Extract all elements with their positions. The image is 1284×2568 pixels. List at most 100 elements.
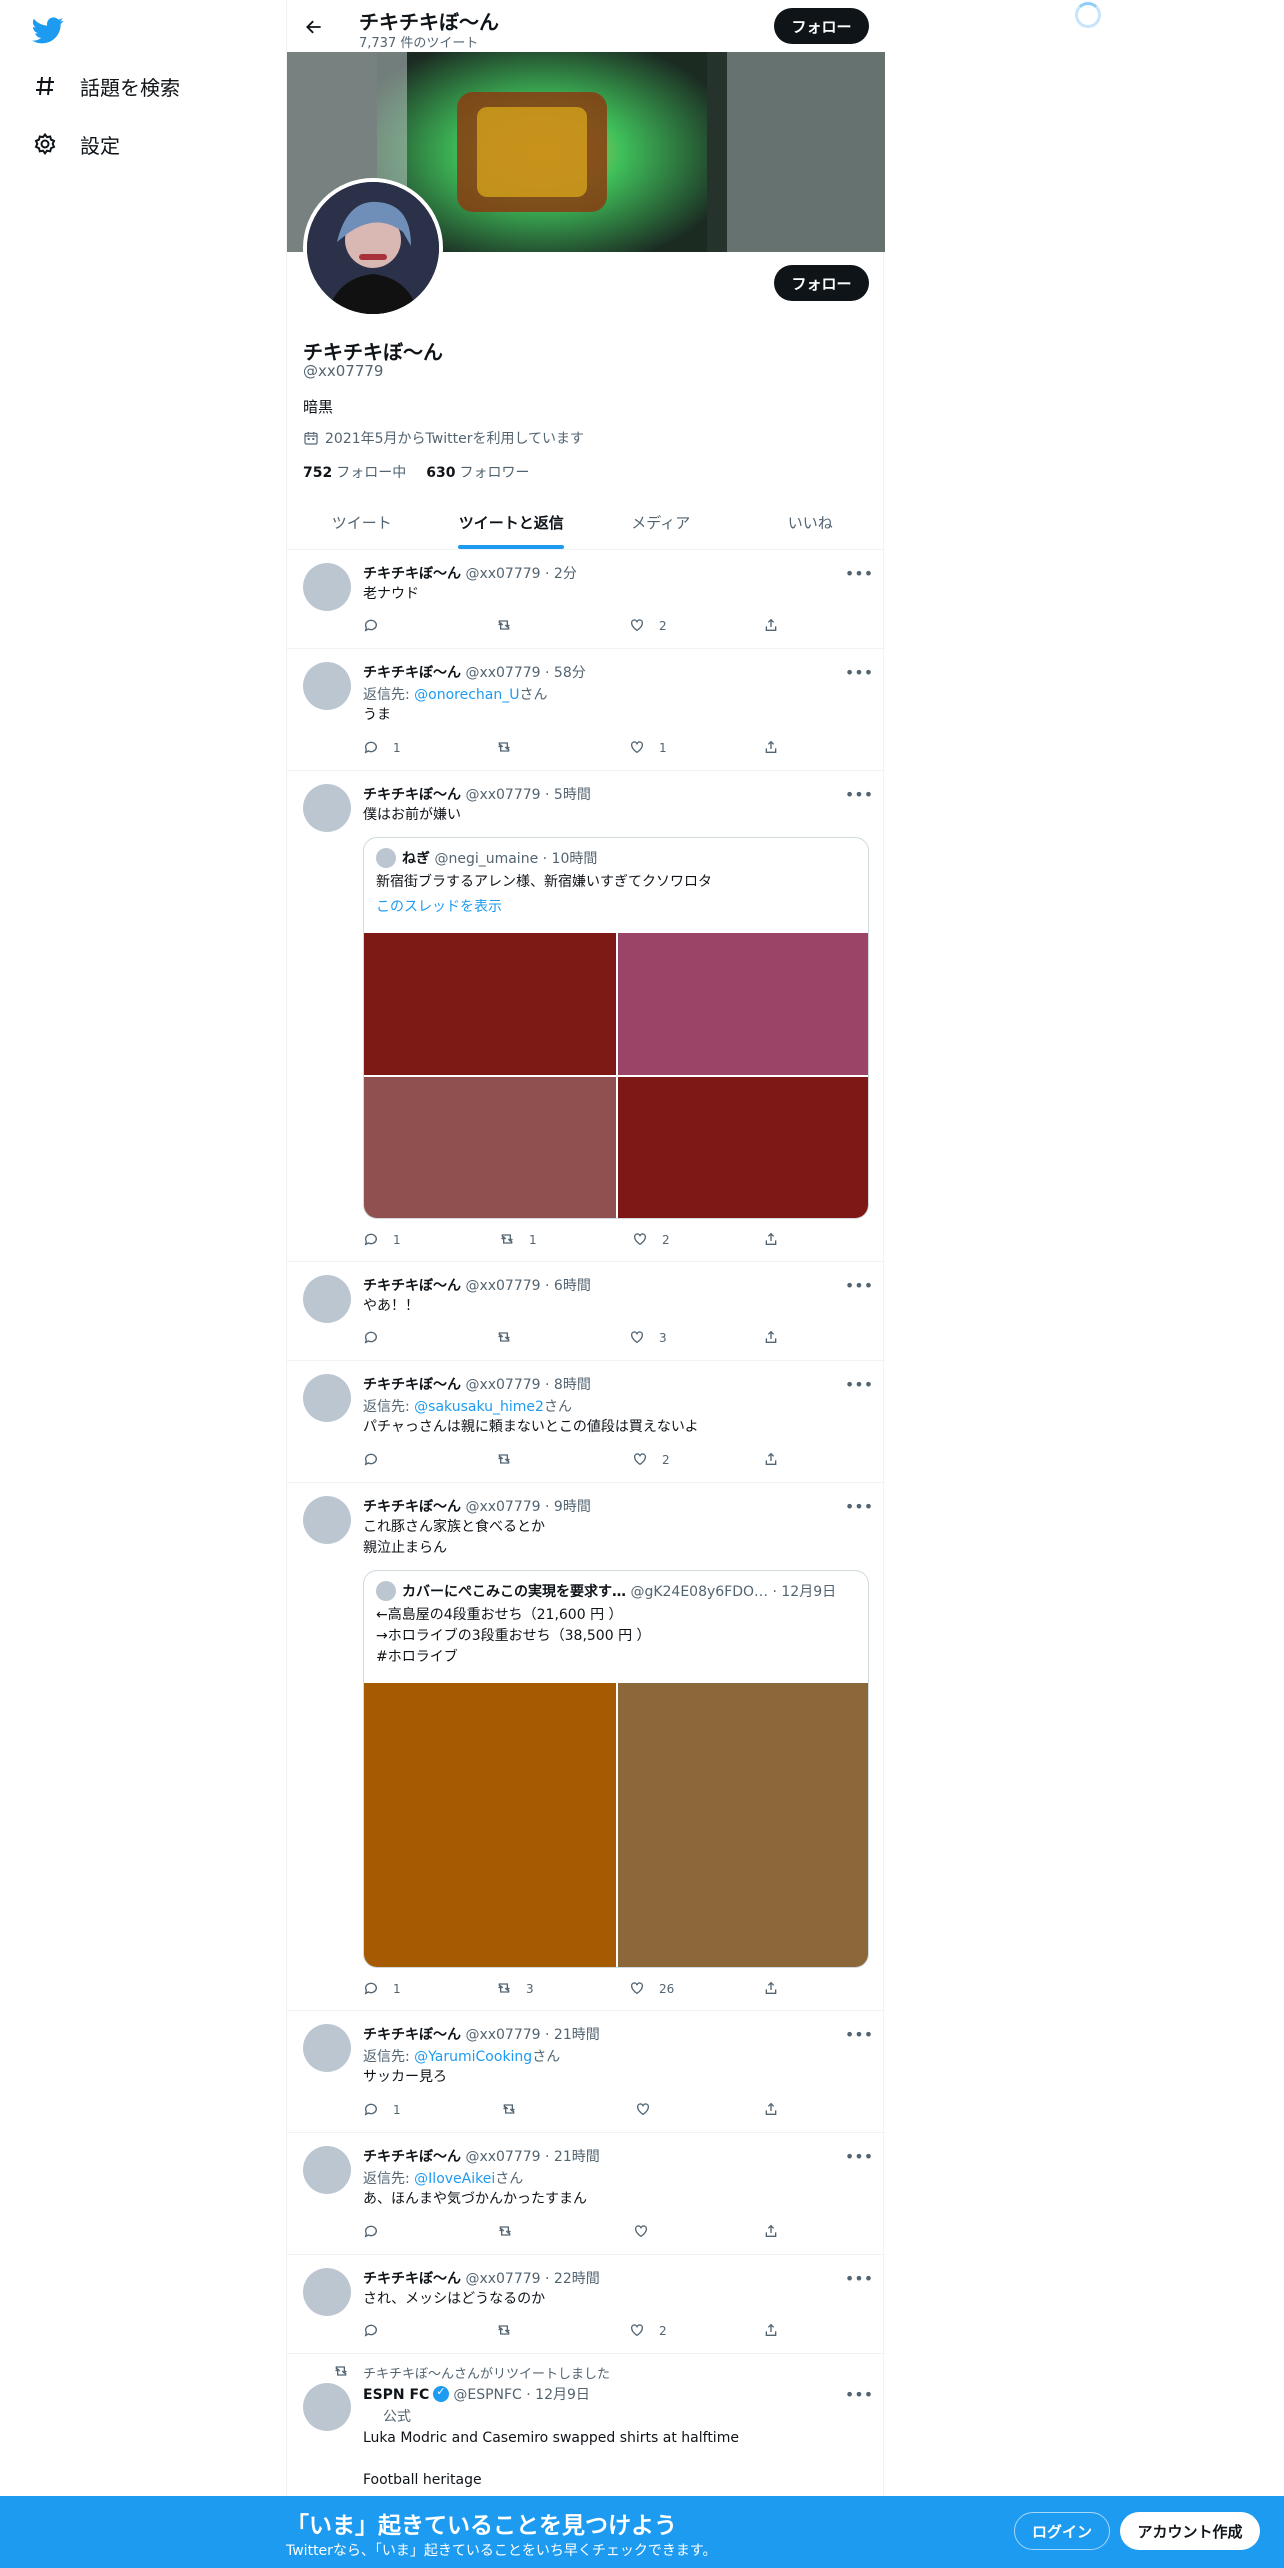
more-icon[interactable]: •••: [845, 2024, 873, 2044]
more-icon[interactable]: •••: [845, 1496, 873, 1516]
avatar[interactable]: [303, 2146, 351, 2194]
like-button[interactable]: [633, 2221, 663, 2243]
like-button[interactable]: 2: [632, 1449, 670, 1471]
retweet-button[interactable]: [496, 2320, 526, 2342]
share-button[interactable]: [763, 1449, 779, 1471]
quote-image[interactable]: [364, 933, 616, 1075]
tweet[interactable]: チキチキぼ〜ん @xx07779 · 9時間 ••• これ豚さん家族と食べるとか…: [287, 1484, 885, 2011]
followers-link[interactable]: 630 フォロワー: [426, 462, 529, 482]
tweet[interactable]: チキチキぼ〜ん @xx07779 · 21時間 ••• 返信先: @Yarumi…: [287, 2012, 885, 2133]
retweet-button[interactable]: [496, 1327, 526, 1349]
like-button[interactable]: 2: [629, 2320, 667, 2342]
tweet-author-name[interactable]: チキチキぼ〜ん: [363, 665, 461, 681]
quote-image[interactable]: [618, 1683, 868, 1967]
avatar[interactable]: [303, 563, 351, 611]
retweet-button[interactable]: [496, 615, 526, 637]
tweet[interactable]: チキチキぼ〜ん @xx07779 · 58分 ••• 返信先: @onorech…: [287, 650, 885, 771]
share-button[interactable]: [763, 1978, 779, 2000]
more-icon[interactable]: •••: [845, 563, 873, 583]
share-button[interactable]: [763, 737, 779, 759]
reply-button[interactable]: 1: [363, 737, 401, 759]
quoted-tweet[interactable]: カバーにぺこみこの実現を要求す… @gK24E08y6FDO… · 12月9日 …: [363, 1570, 869, 1968]
nav-settings[interactable]: 設定: [32, 124, 120, 164]
avatar[interactable]: [303, 1374, 351, 1422]
reply-button[interactable]: 1: [363, 1229, 401, 1251]
tweet[interactable]: チキチキぼ〜ん @xx07779 · 2分 ••• 老ナウド 2: [287, 551, 885, 649]
tweet-author-name[interactable]: チキチキぼ〜ん: [363, 2027, 461, 2043]
tweet-author-name[interactable]: チキチキぼ〜ん: [363, 787, 461, 803]
more-icon[interactable]: •••: [845, 662, 873, 682]
reply-button[interactable]: [363, 1327, 393, 1349]
reply-button[interactable]: 1: [363, 2099, 401, 2121]
tweet-author-name[interactable]: チキチキぼ〜ん: [363, 1278, 461, 1294]
tab-media[interactable]: メディア: [586, 496, 736, 549]
more-icon[interactable]: •••: [845, 784, 873, 804]
tweet-author-name[interactable]: チキチキぼ〜ん: [363, 1377, 461, 1393]
tweet[interactable]: チキチキぼ〜ん @xx07779 · 5時間 ••• 僕はお前が嫌い ねぎ @n…: [287, 772, 885, 1262]
nav-explore[interactable]: 話題を検索: [32, 66, 180, 106]
tweet-author-name[interactable]: ESPN FC: [363, 2387, 429, 2403]
share-button[interactable]: [763, 1229, 779, 1251]
retweet-button[interactable]: 3: [496, 1978, 534, 2000]
more-icon[interactable]: •••: [845, 2146, 873, 2166]
more-icon[interactable]: •••: [845, 1275, 873, 1295]
show-thread-link[interactable]: このスレッドを表示: [376, 896, 502, 916]
retweet-button[interactable]: [501, 2099, 531, 2121]
more-icon[interactable]: •••: [845, 2268, 873, 2288]
like-button[interactable]: 2: [629, 615, 667, 637]
tweet[interactable]: チキチキぼ〜ん @xx07779 · 22時間 ••• され、メッシはどうなるの…: [287, 2256, 885, 2354]
avatar[interactable]: [303, 2024, 351, 2072]
tweet[interactable]: チキチキぼ〜ん @xx07779 · 8時間 ••• 返信先: @sakusak…: [287, 1362, 885, 1483]
retweeted-by-label[interactable]: チキチキぼ〜んさんがリツイートしました: [363, 2363, 610, 2382]
reply-to-link[interactable]: @onorechan_U: [414, 687, 519, 703]
quote-image[interactable]: [618, 1077, 868, 1218]
share-button[interactable]: [763, 2099, 779, 2121]
like-button[interactable]: 26: [629, 1978, 674, 2000]
twitter-logo-icon[interactable]: [32, 14, 64, 46]
share-button[interactable]: [763, 2320, 779, 2342]
share-button[interactable]: [763, 2221, 779, 2243]
avatar[interactable]: [303, 1496, 351, 1544]
tweet[interactable]: チキチキぼ〜んさんがリツイートしました ESPN FC @ESPNFC · 12月…: [287, 2355, 885, 2496]
tweet[interactable]: チキチキぼ〜ん @xx07779 · 21時間 ••• 返信先: @IloveA…: [287, 2134, 885, 2255]
tab-likes[interactable]: いいね: [736, 496, 886, 549]
like-button[interactable]: [635, 2099, 665, 2121]
avatar[interactable]: [303, 1275, 351, 1323]
more-icon[interactable]: •••: [845, 1374, 873, 1394]
tweet-author-name[interactable]: チキチキぼ〜ん: [363, 566, 461, 582]
reply-to-link[interactable]: @IloveAikei: [414, 2171, 495, 2187]
quote-image[interactable]: [618, 933, 868, 1075]
quoted-tweet[interactable]: ねぎ @negi_umaine · 10時間 新宿街ブラするアレン様、新宿嫌いす…: [363, 837, 869, 1219]
reply-button[interactable]: [363, 615, 393, 637]
reply-button[interactable]: [363, 2221, 393, 2243]
reply-to-link[interactable]: @sakusaku_hime2: [414, 1399, 544, 1415]
reply-button[interactable]: [363, 2320, 393, 2342]
signup-button[interactable]: アカウント作成: [1120, 2512, 1260, 2550]
tab-tweets-and-replies[interactable]: ツイートと返信: [437, 496, 587, 549]
reply-to-link[interactable]: @YarumiCooking: [414, 2049, 532, 2065]
share-button[interactable]: [763, 1327, 779, 1349]
avatar[interactable]: [303, 784, 351, 832]
retweet-button[interactable]: [496, 1449, 526, 1471]
quote-image[interactable]: [364, 1077, 616, 1218]
retweet-button[interactable]: [496, 737, 526, 759]
like-button[interactable]: 3: [629, 1327, 667, 1349]
reply-button[interactable]: 1: [363, 1978, 401, 2000]
retweet-button[interactable]: [497, 2221, 527, 2243]
profile-follow-button[interactable]: フォロー: [774, 265, 869, 301]
profile-avatar[interactable]: [303, 178, 443, 318]
tab-tweets[interactable]: ツイート: [287, 496, 437, 549]
avatar[interactable]: [303, 2383, 351, 2431]
tweet-author-name[interactable]: チキチキぼ〜ん: [363, 2271, 461, 2287]
more-icon[interactable]: •••: [845, 2384, 873, 2404]
back-arrow-icon[interactable]: [301, 14, 327, 40]
quote-image[interactable]: [364, 1683, 616, 1967]
share-button[interactable]: [763, 615, 779, 637]
tweet[interactable]: チキチキぼ〜ん @xx07779 · 6時間 ••• やあ！！ 3: [287, 1263, 885, 1361]
tweet-author-name[interactable]: チキチキぼ〜ん: [363, 2149, 461, 2165]
header-follow-button[interactable]: フォロー: [774, 8, 869, 44]
following-link[interactable]: 752 フォロー中: [303, 462, 406, 482]
avatar[interactable]: [303, 662, 351, 710]
like-button[interactable]: 1: [629, 737, 667, 759]
reply-button[interactable]: [363, 1449, 393, 1471]
